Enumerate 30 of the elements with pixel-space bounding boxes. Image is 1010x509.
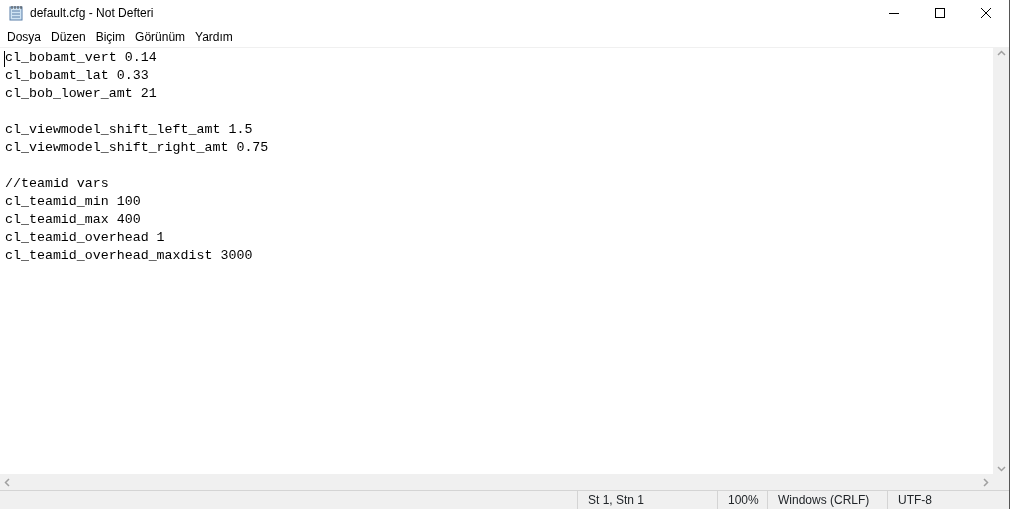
text-line: cl_teamid_max 400	[5, 211, 141, 229]
text-line: cl_teamid_min 100	[5, 193, 141, 211]
notepad-icon	[8, 5, 24, 21]
vertical-scrollbar[interactable]	[993, 48, 1009, 474]
status-text: Windows (CRLF)	[778, 493, 870, 507]
status-text: UTF-8	[898, 493, 932, 507]
text-line: //teamid vars	[5, 175, 109, 193]
menu-item[interactable]: Dosya	[2, 28, 46, 45]
text-line: cl_viewmodel_shift_right_amt 0.75	[5, 139, 269, 157]
menu-item[interactable]: Yardım	[190, 28, 238, 45]
close-icon	[981, 8, 991, 18]
text-line: cl_teamid_overhead_maxdist 3000	[5, 247, 253, 265]
text-caret	[4, 51, 5, 67]
window-title: default.cfg - Not Defteri	[30, 5, 154, 22]
text-line: cl_bobamt_vert 0.14	[5, 49, 157, 67]
text-line: cl_bobamt_lat 0.33	[5, 67, 149, 85]
scroll-down-icon[interactable]	[996, 466, 1006, 472]
scroll-up-icon[interactable]	[996, 50, 1006, 56]
menu-item[interactable]: Görünüm	[130, 28, 191, 45]
menu-item[interactable]: Biçim	[90, 28, 131, 45]
maximize-icon	[935, 8, 945, 18]
menu-item[interactable]: Düzen	[46, 28, 91, 45]
horizontal-scrollbar[interactable]	[0, 474, 993, 491]
scroll-left-icon[interactable]	[4, 477, 10, 487]
status-text: 100%	[728, 493, 759, 507]
text-line: cl_bob_lower_amt 21	[5, 85, 157, 103]
text-line: cl_teamid_overhead 1	[5, 229, 165, 247]
text-line: cl_viewmodel_shift_left_amt 1.5	[5, 121, 253, 139]
status-text: St 1, Stn 1	[588, 493, 645, 507]
scroll-right-icon[interactable]	[983, 477, 989, 487]
